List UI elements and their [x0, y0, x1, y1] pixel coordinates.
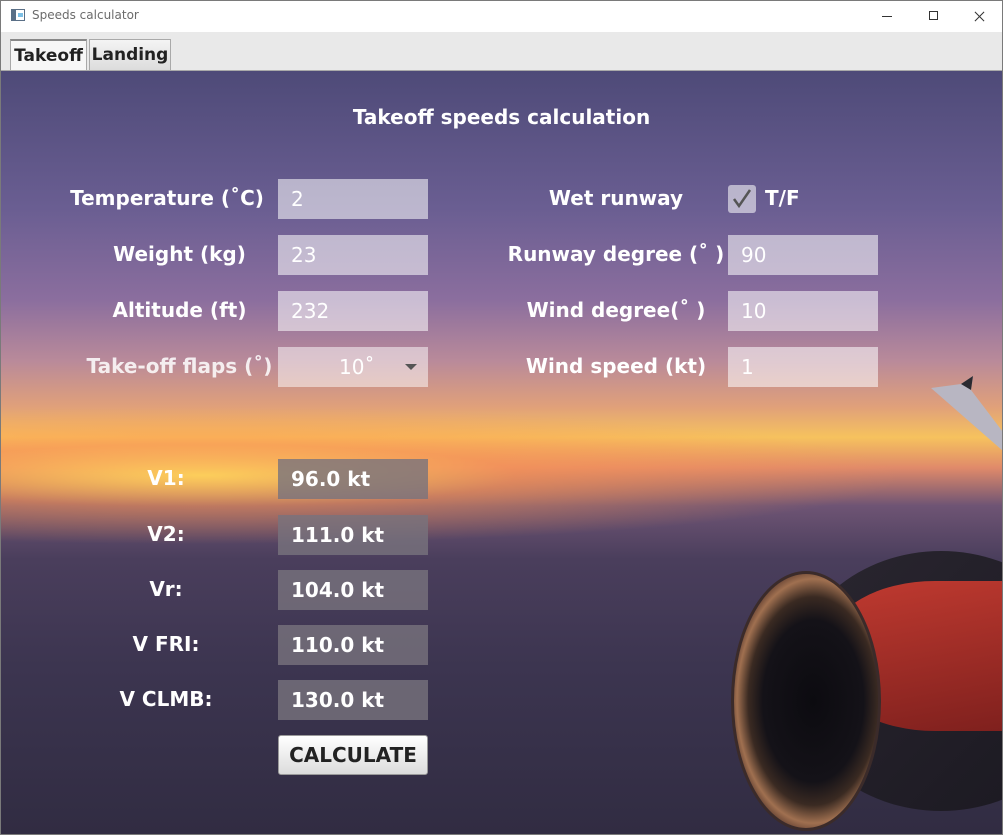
- wet-runway-checkbox-label: T/F: [765, 186, 800, 210]
- wet-runway-checkbox[interactable]: [728, 185, 756, 213]
- runway-degree-label: Runway degree (˚ ): [507, 242, 725, 266]
- vfri-label: V FRI:: [132, 632, 200, 656]
- app-icon: [11, 9, 25, 21]
- app-window: Speeds calculator Takeoff Landing Takeof…: [0, 0, 1003, 835]
- flaps-selected-value: 10˚: [339, 355, 375, 379]
- tab-landing[interactable]: Landing: [89, 39, 171, 70]
- v1-label: V1:: [147, 466, 185, 490]
- wind-speed-input[interactable]: 1: [728, 347, 878, 387]
- wing-tip-image: [931, 376, 1002, 451]
- vclmb-label: V CLMB:: [119, 687, 213, 711]
- page-title: Takeoff speeds calculation: [352, 105, 651, 129]
- title-bar: Speeds calculator: [1, 1, 1002, 32]
- altitude-label: Altitude (ft): [112, 298, 247, 322]
- weight-label: Weight (kg): [113, 242, 246, 266]
- altitude-input[interactable]: 232: [278, 291, 428, 331]
- temperature-input[interactable]: 2: [278, 179, 428, 219]
- v2-output: 111.0 kt: [278, 515, 428, 555]
- wind-degree-label: Wind degree(˚ ): [526, 298, 706, 322]
- wind-degree-input[interactable]: 10: [728, 291, 878, 331]
- flaps-select[interactable]: 10˚: [278, 347, 428, 387]
- tab-takeoff[interactable]: Takeoff: [10, 39, 87, 70]
- calculate-button[interactable]: CALCULATE: [278, 735, 428, 775]
- vclmb-output: 130.0 kt: [278, 680, 428, 720]
- vr-output: 104.0 kt: [278, 570, 428, 610]
- minimize-icon[interactable]: [864, 1, 910, 32]
- v2-label: V2:: [147, 522, 185, 546]
- weight-input[interactable]: 23: [278, 235, 428, 275]
- wet-runway-label: Wet runway: [548, 186, 684, 210]
- temperature-label: Temperature (˚C): [70, 186, 264, 210]
- maximize-icon[interactable]: [910, 1, 956, 32]
- takeoff-panel: Takeoff speeds calculation Temperature (…: [1, 71, 1002, 834]
- window-title: Speeds calculator: [32, 8, 139, 22]
- engine-intake-image: [731, 571, 881, 831]
- chevron-down-icon: [405, 364, 417, 370]
- close-icon[interactable]: [956, 1, 1002, 32]
- wind-speed-label: Wind speed (kt): [525, 354, 707, 378]
- flaps-label: Take-off flaps (˚): [86, 354, 273, 378]
- vfri-output: 110.0 kt: [278, 625, 428, 665]
- vr-label: Vr:: [149, 577, 183, 601]
- v1-output: 96.0 kt: [278, 459, 428, 499]
- tab-bar: Takeoff Landing: [1, 32, 1002, 71]
- checkmark-icon: [732, 189, 752, 209]
- runway-degree-input[interactable]: 90: [728, 235, 878, 275]
